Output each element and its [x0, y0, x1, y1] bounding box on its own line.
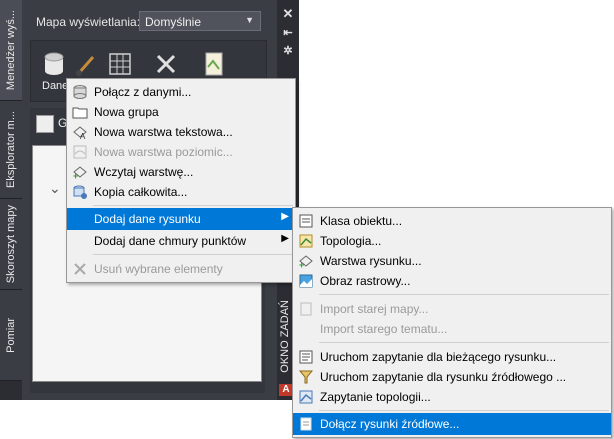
add-drawing-data-submenu: Klasa obiektu... Topologia... + Warstwa …	[292, 207, 612, 438]
menu-item-import-old-map[interactable]: Import starej mapy...	[293, 298, 611, 320]
menu-item-query-source-drawing[interactable]: Uruchom zapytanie dla rysunku źródłowego…	[293, 366, 611, 388]
contour-layer-icon	[73, 145, 87, 159]
load-layer-icon: +	[73, 166, 87, 180]
properties-icon[interactable]: ✲	[277, 44, 299, 57]
query-current-icon	[299, 350, 313, 364]
group-icon	[36, 115, 54, 133]
topology-icon	[299, 234, 313, 248]
drawing-layer-icon: +	[299, 255, 313, 269]
auto-hide-icon[interactable]: ⇤	[277, 26, 299, 39]
expand-chevron-icon[interactable]: ⌄	[49, 180, 61, 197]
svg-text:A: A	[80, 132, 86, 140]
tab-survey[interactable]: Pomiar	[0, 290, 22, 381]
menu-item-add-drawing-data[interactable]: Dodaj dane rysunku ▶	[67, 208, 295, 230]
map-select-value: Domyślnie	[145, 15, 202, 29]
menu-item-full-copy[interactable]: Kopia całkowita...	[67, 181, 295, 203]
tab-label: Pomiar	[5, 317, 17, 353]
svg-text:+: +	[73, 171, 78, 180]
menu-item-load-layer[interactable]: + Wczytaj warstwę...	[67, 161, 295, 183]
menu-item-raster-image[interactable]: Obraz rastrowy...	[293, 270, 611, 292]
menu-item-feature-class[interactable]: Klasa obiektu...	[293, 210, 611, 232]
map-display-select[interactable]: Domyślnie ▼	[139, 11, 261, 31]
menu-separator	[319, 342, 609, 343]
data-context-menu: Połącz z danymi... Nowa grupa A Nowa war…	[66, 78, 296, 283]
close-icon[interactable]: ✕	[277, 6, 299, 22]
style-brush-icon[interactable]	[73, 51, 99, 77]
menu-item-topology[interactable]: Topologia...	[293, 230, 611, 252]
menu-item-new-contour-layer[interactable]: Nowa warstwa poziomic...	[67, 141, 295, 163]
menu-separator	[319, 410, 609, 411]
menu-separator	[93, 254, 293, 255]
menu-separator	[93, 205, 293, 206]
svg-text:+: +	[299, 260, 304, 269]
tab-map-explorer[interactable]: Eksplorator m...	[0, 101, 22, 199]
full-copy-icon	[73, 185, 87, 199]
import-map-icon	[300, 302, 312, 316]
menu-item-topology-query[interactable]: Zapytanie topologii...	[293, 386, 611, 408]
map-document-icon[interactable]	[201, 51, 227, 77]
menu-item-attach-source-drawings[interactable]: Dołącz rysunki źródłowe...	[293, 413, 611, 435]
tab-display-manager[interactable]: Menedżer wyś...	[0, 0, 22, 101]
table-icon[interactable]	[107, 51, 133, 77]
chevron-down-icon: ▼	[245, 15, 254, 25]
menu-item-import-old-theme[interactable]: Import starego tematu...	[293, 318, 611, 340]
menu-item-drawing-layer[interactable]: + Warstwa rysunku...	[293, 250, 611, 272]
menu-item-new-text-layer[interactable]: A Nowa warstwa tekstowa...	[67, 121, 295, 143]
submenu-arrow-icon: ▶	[281, 233, 289, 244]
topology-query-icon	[299, 390, 313, 404]
menu-item-query-current-drawing[interactable]: Uruchom zapytanie dla bieżącego rysunku.…	[293, 346, 611, 368]
query-source-icon	[298, 370, 314, 384]
database-icon	[73, 85, 87, 99]
menu-separator	[319, 294, 609, 295]
vertical-tab-strip: Menedżer wyś... Eksplorator m... Skorosz…	[0, 0, 22, 400]
raster-image-icon	[299, 274, 313, 288]
tab-label: Menedżer wyś...	[5, 9, 17, 91]
menu-item-add-point-cloud-data[interactable]: Dodaj dane chmury punktów ▶	[67, 230, 295, 252]
menu-item-connect-data[interactable]: Połącz z danymi...	[67, 81, 295, 103]
feature-class-icon	[299, 214, 313, 228]
data-icon[interactable]	[41, 51, 67, 77]
folder-icon	[72, 107, 88, 119]
autocad-logo-icon: A	[279, 384, 293, 396]
tab-label: Skoroszyt mapy	[5, 204, 17, 284]
text-layer-icon: A	[73, 126, 87, 140]
attach-drawings-icon	[300, 417, 312, 431]
tab-map-book[interactable]: Skoroszyt mapy	[0, 199, 22, 290]
submenu-arrow-icon: ▶	[281, 211, 289, 222]
tab-label: Eksplorator m...	[5, 110, 17, 189]
tools-icon[interactable]	[153, 51, 179, 77]
map-display-label: Mapa wyświetlania:	[36, 15, 141, 29]
menu-item-remove-selected[interactable]: Usuń wybrane elementy	[67, 258, 295, 280]
menu-item-new-group[interactable]: Nowa grupa	[67, 101, 295, 123]
remove-icon	[74, 263, 86, 275]
data-button-label: Dane	[42, 80, 69, 92]
